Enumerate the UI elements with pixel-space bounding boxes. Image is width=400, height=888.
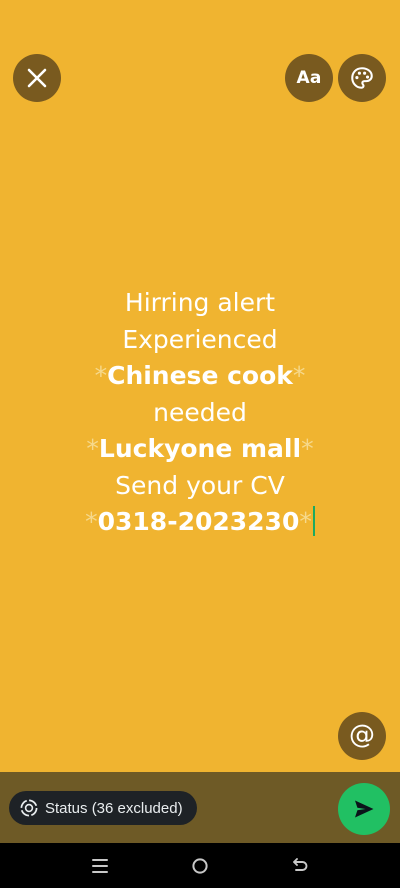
font-style-label: Aa	[296, 68, 322, 88]
recents-button[interactable]	[85, 851, 115, 881]
close-icon	[27, 68, 47, 88]
asterisk-open: *	[94, 361, 108, 390]
bottom-bar: Status (36 excluded)	[0, 772, 400, 843]
text-line: Send your CV	[0, 468, 400, 505]
text-line: *Luckyone mall*	[0, 431, 400, 468]
palette-icon	[351, 67, 373, 89]
bold-text-phone-number: 0318-2023230	[97, 507, 300, 536]
status-audience-label: Status (36 excluded)	[45, 799, 183, 817]
home-button[interactable]	[185, 851, 215, 881]
asterisk-open: *	[86, 434, 99, 463]
home-icon	[192, 858, 208, 874]
asterisk-close: *	[301, 434, 314, 463]
back-icon	[293, 858, 308, 871]
bold-text-luckyone-mall: Luckyone mall	[98, 434, 302, 463]
status-audience-chip[interactable]: Status (36 excluded)	[9, 791, 197, 825]
text-line: *0318-2023230*	[0, 504, 400, 541]
text-line-1: Hirring alert	[124, 288, 276, 317]
text-line: Experienced	[0, 322, 400, 359]
back-button[interactable]	[285, 851, 315, 881]
text-line: Hirring alert	[0, 285, 400, 322]
mention-button[interactable]: @	[338, 712, 386, 760]
text-line: needed	[0, 395, 400, 432]
status-ring-icon	[20, 799, 38, 817]
text-line-2: Experienced	[122, 324, 278, 354]
asterisk-open: *	[85, 507, 98, 536]
send-button[interactable]	[338, 783, 390, 835]
text-line: *Chinese cook*	[0, 358, 400, 395]
text-line-4: needed	[153, 397, 247, 427]
bold-text-chinese-cook: Chinese cook	[107, 361, 293, 390]
asterisk-close: *	[292, 361, 306, 390]
send-icon	[355, 800, 374, 818]
system-navigation-bar	[0, 843, 400, 888]
close-button[interactable]	[13, 54, 61, 102]
mention-icon: @	[349, 720, 375, 750]
status-canvas[interactable]: Aa Hirring alert Experienced *Chinese co…	[0, 0, 400, 772]
text-line-6: Send your CV	[115, 470, 285, 500]
status-text-editor[interactable]: Hirring alert Experienced *Chinese cook*…	[0, 285, 400, 541]
recents-icon	[92, 859, 108, 873]
asterisk-close: *	[299, 507, 312, 536]
font-style-button[interactable]: Aa	[285, 54, 333, 102]
text-cursor	[312, 506, 315, 536]
color-palette-button[interactable]	[338, 54, 386, 102]
